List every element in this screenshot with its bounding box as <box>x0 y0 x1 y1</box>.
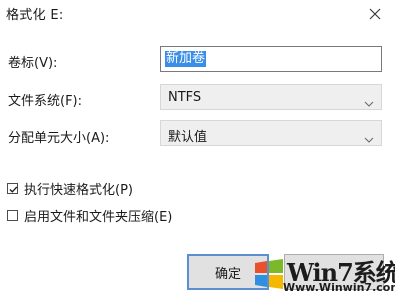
file-system-label: 文件系统(F): <box>8 94 83 109</box>
compression-option[interactable]: 启用文件和文件夹压缩(E) <box>7 206 172 225</box>
close-icon <box>369 5 381 24</box>
quick-format-label: 执行快速格式化(P) <box>24 183 133 198</box>
chevron-down-icon <box>364 129 374 143</box>
ok-button[interactable]: 确定 <box>187 254 269 290</box>
allocation-unit-value: 默认值 <box>168 130 208 145</box>
volume-label-value: 新加卷 <box>165 51 207 67</box>
chevron-down-icon <box>364 93 374 107</box>
format-dialog: 格式化 E: 卷标(V): 新加卷 文件系统(F): NTFS 分配单元大小(A… <box>0 0 395 298</box>
volume-label-label: 卷标(V): <box>8 56 58 71</box>
checkmark-icon <box>9 186 18 193</box>
file-system-select[interactable]: NTFS <box>160 84 382 110</box>
quick-format-checkbox[interactable] <box>7 183 18 194</box>
title-bar: 格式化 E: <box>0 0 395 28</box>
compression-checkbox[interactable] <box>7 210 18 221</box>
dialog-title: 格式化 E: <box>6 8 64 23</box>
allocation-unit-select[interactable]: 默认值 <box>160 120 382 146</box>
allocation-unit-label: 分配单元大小(A): <box>8 131 110 146</box>
file-system-value: NTFS <box>168 90 202 105</box>
quick-format-option[interactable]: 执行快速格式化(P) <box>7 179 133 198</box>
volume-label-input[interactable]: 新加卷 <box>160 46 382 72</box>
ok-button-label: 确定 <box>214 266 241 282</box>
cancel-button[interactable] <box>284 254 384 290</box>
compression-label: 启用文件和文件夹压缩(E) <box>24 210 173 225</box>
close-button[interactable] <box>361 2 389 26</box>
